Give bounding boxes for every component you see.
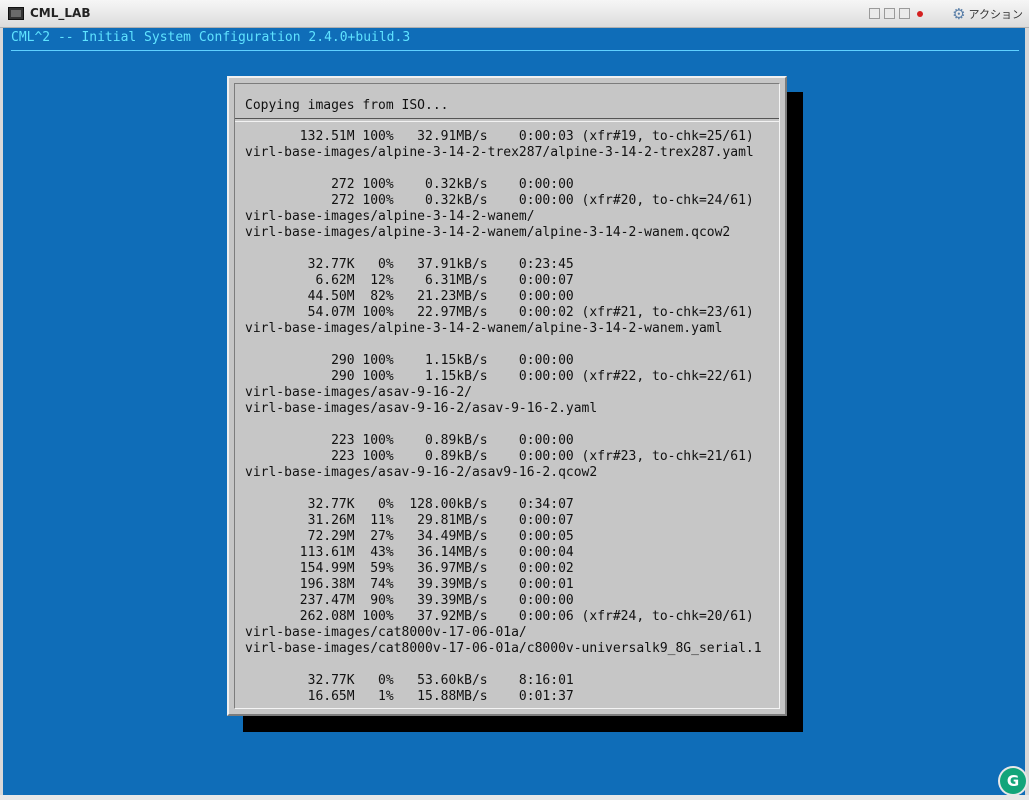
log-line: 223 100% 0.89kB/s 0:00:00: [245, 433, 574, 448]
log-line: 290 100% 1.15kB/s 0:00:00 (xfr#22, to-ch…: [245, 369, 754, 384]
log-line: 132.51M 100% 32.91MB/s 0:00:03 (xfr#19, …: [245, 129, 754, 144]
log-line: 196.38M 74% 39.39MB/s 0:00:01: [245, 577, 574, 592]
copy-log: 132.51M 100% 32.91MB/s 0:00:03 (xfr#19, …: [245, 129, 775, 706]
log-line: virl-base-images/alpine-3-14-2-wanem/alp…: [245, 225, 731, 240]
log-line: 54.07M 100% 22.97MB/s 0:00:02 (xfr#21, t…: [245, 305, 754, 320]
log-line: 44.50M 82% 21.23MB/s 0:00:00: [245, 289, 574, 304]
log-line: 272 100% 0.32kB/s 0:00:00 (xfr#20, to-ch…: [245, 193, 754, 208]
log-line: 16.65M 1% 15.88MB/s 0:01:37: [245, 689, 574, 704]
log-line: 72.29M 27% 34.49MB/s 0:00:05: [245, 529, 574, 544]
dialog-divider: [235, 118, 779, 122]
log-line: 32.77K 0% 37.91kB/s 0:23:45: [245, 257, 574, 272]
log-line: virl-base-images/cat8000v-17-06-01a/c800…: [245, 641, 762, 656]
action-menu-label: アクション: [968, 8, 1023, 21]
maximize-icon[interactable]: [899, 8, 910, 19]
log-line: 290 100% 1.15kB/s 0:00:00: [245, 353, 574, 368]
record-icon[interactable]: [914, 8, 925, 19]
copy-progress-dialog: Copying images from ISO... 132.51M 100% …: [227, 76, 787, 716]
restore-icon[interactable]: [884, 8, 895, 19]
log-line: 113.61M 43% 36.14MB/s 0:00:04: [245, 545, 574, 560]
log-line: virl-base-images/asav-9-16-2/: [245, 385, 472, 400]
log-line: 237.47M 90% 39.39MB/s 0:00:00: [245, 593, 574, 608]
window-titlebar: CML_LAB ⚙ アクション: [0, 0, 1029, 28]
dialog-title: Copying images from ISO...: [245, 98, 449, 113]
window-title: CML_LAB: [30, 6, 91, 20]
log-line: virl-base-images/alpine-3-14-2-wanem/alp…: [245, 321, 723, 336]
log-line: virl-base-images/asav-9-16-2/asav9-16-2.…: [245, 465, 598, 480]
log-line: virl-base-images/asav-9-16-2/asav-9-16-2…: [245, 401, 598, 416]
taskbar-strip: [0, 795, 1029, 800]
header-divider: [11, 50, 1019, 51]
log-line: virl-base-images/alpine-3-14-2-wanem/: [245, 209, 535, 224]
log-line: 32.77K 0% 128.00kB/s 0:34:07: [245, 497, 574, 512]
log-line: 154.99M 59% 36.97MB/s 0:00:02: [245, 561, 574, 576]
grammarly-icon[interactable]: G: [1000, 768, 1026, 794]
log-line: virl-base-images/alpine-3-14-2-trex287/a…: [245, 145, 754, 160]
log-line: 31.26M 11% 29.81MB/s 0:00:07: [245, 513, 574, 528]
log-line: virl-base-images/cat8000v-17-06-01a/: [245, 625, 527, 640]
config-header: CML^2 -- Initial System Configuration 2.…: [11, 30, 411, 45]
action-menu-button[interactable]: ⚙ アクション: [952, 6, 1023, 22]
window-controls: [869, 8, 925, 19]
log-line: 272 100% 0.32kB/s 0:00:00: [245, 177, 574, 192]
gear-icon: ⚙: [952, 5, 966, 23]
log-line: 6.62M 12% 6.31MB/s 0:00:07: [245, 273, 574, 288]
log-line: 32.77K 0% 53.60kB/s 8:16:01: [245, 673, 574, 688]
dialog-frame: Copying images from ISO... 132.51M 100% …: [234, 83, 780, 709]
log-line: 223 100% 0.89kB/s 0:00:00 (xfr#23, to-ch…: [245, 449, 754, 464]
terminal-icon: [8, 7, 24, 20]
minimize-icon[interactable]: [869, 8, 880, 19]
log-line: 262.08M 100% 37.92MB/s 0:00:06 (xfr#24, …: [245, 609, 754, 624]
